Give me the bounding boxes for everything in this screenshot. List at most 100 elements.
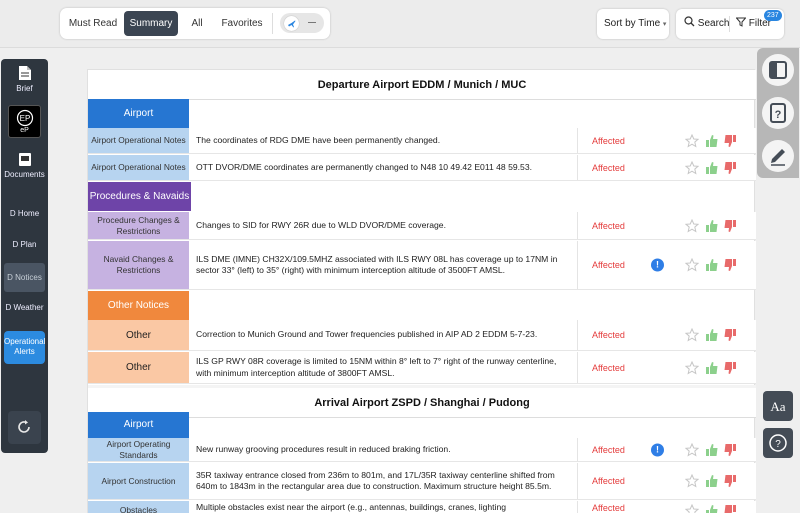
thumbs-down-icon[interactable] (723, 504, 737, 513)
svg-text:?: ? (775, 109, 782, 121)
thumbs-up-icon[interactable] (705, 258, 719, 272)
star-icon[interactable] (685, 474, 699, 488)
divider (577, 155, 578, 180)
split-view-button[interactable] (762, 54, 794, 86)
notice-type: Airport Construction (88, 463, 189, 499)
thumbs-down-icon[interactable] (723, 161, 737, 175)
notice-row[interactable]: Procedure Changes & Restrictions Changes… (88, 212, 756, 240)
search-button[interactable]: Search (684, 9, 729, 39)
thumbs-down-icon[interactable] (723, 474, 737, 488)
notice-type: Other (88, 352, 189, 383)
notice-type: Airport Operational Notes (88, 155, 189, 180)
notice-text: Multiple obstacles exist near the airpor… (196, 502, 507, 512)
edit-button[interactable] (762, 140, 794, 172)
pencil-icon (771, 149, 785, 166)
status-badge: Affected (592, 135, 625, 146)
filter-favorites[interactable]: Favorites (216, 11, 268, 36)
notice-type: Airport Operational Notes (88, 128, 189, 153)
refresh-button[interactable] (8, 411, 41, 444)
left-sidebar: Brief EP eP Documents D Home D Plan D No… (1, 59, 48, 453)
sidebar-item-operational-alerts[interactable]: Operational Alerts (4, 331, 45, 364)
star-icon[interactable] (685, 504, 699, 513)
category-airport: Airport (88, 412, 189, 438)
sidebar-item-home[interactable]: D Home (1, 209, 48, 223)
notice-text: ILS DME (IMNE) CH32X/109.5MHZ associated… (196, 253, 558, 276)
svg-text:?: ? (775, 439, 781, 450)
minus-icon (308, 22, 316, 23)
thumbs-down-icon[interactable] (723, 361, 737, 375)
star-icon[interactable] (685, 218, 699, 233)
row-actions (685, 212, 750, 239)
notice-row[interactable]: Other ILS GP RWY 08R coverage is limited… (88, 352, 756, 384)
ep-logo-icon: EP (16, 109, 33, 127)
sidebar-item-documents[interactable]: Documents (1, 151, 48, 185)
caret-down-icon: ▾ (662, 21, 667, 28)
star-icon[interactable] (685, 258, 699, 272)
filter-all[interactable]: All (184, 11, 210, 36)
thumbs-up-icon[interactable] (705, 504, 719, 513)
divider (577, 128, 578, 153)
thumbs-up-icon[interactable] (705, 443, 719, 457)
star-icon[interactable] (685, 328, 699, 342)
filter-summary[interactable]: Summary (124, 11, 178, 36)
thumbs-down-icon[interactable] (723, 258, 737, 272)
toggle-pill[interactable] (280, 13, 324, 33)
sidebar-item-notices[interactable]: D Notices (4, 263, 45, 292)
star-icon[interactable] (685, 442, 699, 457)
plane-icon (288, 20, 296, 28)
thumbs-up-icon[interactable] (705, 134, 719, 148)
thumbs-up-icon[interactable] (705, 361, 719, 375)
notice-row[interactable]: Airport Operating Standards New runway g… (88, 438, 756, 462)
info-icon[interactable]: ! (651, 443, 664, 456)
sidebar-label-operational-alerts: Operational Alerts (4, 337, 46, 356)
refresh-icon (18, 420, 30, 433)
notice-row[interactable]: Airport Operational Notes OTT DVOR/DME c… (88, 155, 756, 181)
thumbs-down-icon[interactable] (723, 328, 737, 342)
divider (577, 501, 578, 513)
notice-row[interactable]: Other Correction to Munich Ground and To… (88, 320, 756, 351)
notice-type: Navaid Changes & Restrictions (88, 241, 189, 289)
sidebar-item-weather[interactable]: D Weather (1, 303, 48, 317)
divider (577, 352, 578, 383)
sidebar-label-brief: Brief (16, 84, 33, 93)
filter-must-read[interactable]: Must Read (66, 11, 120, 36)
thumbs-down-icon[interactable] (723, 219, 737, 233)
divider (577, 241, 578, 289)
question-card-icon: ? (770, 103, 786, 123)
sort-button[interactable]: Sort by Time ▾ (597, 9, 669, 39)
thumbs-up-icon[interactable] (705, 219, 719, 233)
sidebar-item-plan[interactable]: D Plan (1, 240, 48, 254)
thumbs-down-icon[interactable] (723, 443, 737, 457)
notice-type: Obstacles (88, 501, 189, 513)
thumbs-up-icon[interactable] (705, 474, 719, 488)
notice-row[interactable]: Navaid Changes & Restrictions ILS DME (I… (88, 241, 756, 290)
thumbs-up-icon[interactable] (705, 161, 719, 175)
notice-row[interactable]: Airport Construction 35R taxiway entranc… (88, 463, 756, 500)
help-button[interactable]: ? (763, 428, 793, 458)
star-icon[interactable] (685, 360, 699, 375)
sidebar-item-brief[interactable]: Brief (1, 65, 48, 99)
star-icon[interactable] (685, 133, 699, 148)
info-icon[interactable]: ! (651, 258, 664, 272)
help-card-button[interactable]: ? (762, 97, 794, 129)
font-size-button[interactable]: Aa (763, 391, 793, 421)
notice-row[interactable]: Airport Operational Notes The coordinate… (88, 128, 756, 154)
category-procedures-navaids: Procedures & Navaids (88, 182, 191, 211)
split-view-icon (769, 61, 787, 79)
search-filter-group: Search Filter 237 (676, 9, 784, 39)
sidebar-item-ep[interactable]: EP eP (8, 105, 41, 138)
sidebar-label-plan: D Plan (12, 240, 37, 249)
divider (577, 438, 578, 461)
status-badge: Affected (592, 330, 625, 340)
right-tool-panel: ? (757, 48, 799, 178)
row-actions (685, 438, 750, 461)
notice-text: Correction to Munich Ground and Tower fr… (196, 329, 538, 340)
sidebar-label-ep: eP (20, 127, 29, 134)
thumbs-up-icon[interactable] (705, 328, 719, 342)
star-icon[interactable] (685, 160, 699, 175)
notice-row[interactable]: Obstacles Multiple obstacles exist near … (88, 501, 756, 513)
thumbs-down-icon[interactable] (723, 134, 737, 148)
row-actions (685, 501, 750, 513)
notice-text: 35R taxiway entrance closed from 236m to… (196, 469, 555, 492)
sidebar-label-home: D Home (9, 209, 40, 218)
